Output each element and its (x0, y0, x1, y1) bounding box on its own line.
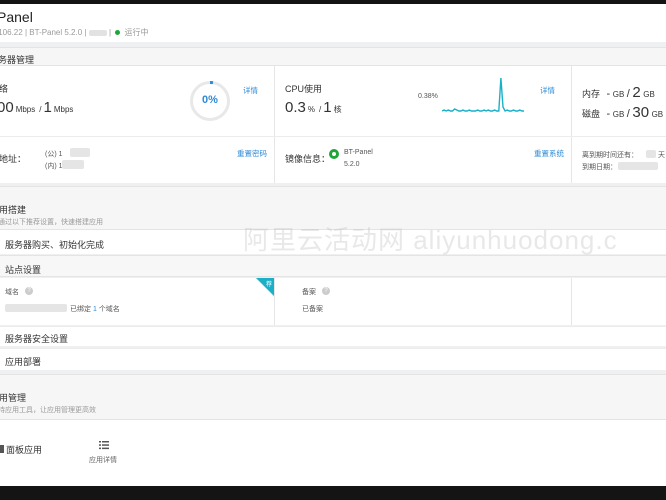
app-deploy-title: 应用部署 (5, 357, 42, 367)
disk-label: 磁盘 (582, 109, 601, 119)
server-stats-card (0, 66, 666, 183)
cpu-peak-label: 0.38% (418, 93, 438, 100)
domain-count-link[interactable]: 1 (93, 306, 97, 313)
status-text: 运行中 (124, 28, 149, 37)
image-name: BT-Panel (344, 149, 373, 156)
recommend-badge-text: 荐 (266, 282, 273, 288)
memory-label: 内存 (582, 89, 601, 99)
domain-bound: 已绑定 1 个域名 (70, 306, 120, 313)
security-settings-row[interactable]: 服务器安全设置 (0, 326, 666, 346)
list-icon (99, 441, 109, 450)
watermark: 阿里云活动网 aliyunhuodong.c (243, 225, 618, 255)
cpu-sparkline (442, 77, 524, 112)
section-server-mgmt: 务器管理 (0, 47, 666, 66)
expiry-label: 离到期时间还有： (582, 152, 638, 159)
cpu-details-link[interactable]: 详情 (540, 85, 555, 96)
public-ip: (公) 1 (45, 151, 63, 158)
disk-stat: 磁盘 - GB / 30 GB (582, 104, 664, 121)
page-title: Panel (0, 9, 33, 25)
app-icon (0, 445, 4, 453)
image-version: 5.2.0 (344, 161, 360, 168)
section-site-settings[interactable]: 站点设置 (0, 255, 666, 277)
help-icon[interactable]: ? (25, 287, 33, 295)
section-app-mgmt: 用管理 持应用工具，让应用管理更高效 (0, 374, 666, 420)
domain-label: 域名 (5, 289, 19, 296)
cpu-label: CPU使用 (285, 84, 323, 94)
server-ip: .106.22 (0, 28, 23, 37)
icp-status: 已备案 (302, 306, 323, 313)
status-dot-icon (115, 30, 121, 36)
section-title: 务器管理 (0, 55, 35, 65)
page-subtitle: .106.22 | BT-Panel 5.2.0 | | 运行中 (0, 27, 148, 38)
app-mgmt-desc: 持应用工具，让应用管理更高效 (0, 407, 96, 414)
image-info-label: 镜像信息： (285, 154, 331, 164)
security-settings-title: 服务器安全设置 (5, 334, 69, 344)
site-settings-card (0, 278, 666, 325)
quick-build-title: 用搭建 (0, 205, 27, 215)
private-ip: (内) 1 (45, 163, 63, 170)
app-mgmt-title: 用管理 (0, 393, 27, 403)
address-label: 地址： (0, 154, 27, 164)
app-details-button[interactable]: 应用详情 (89, 455, 117, 465)
network-details-link[interactable]: 详情 (243, 85, 258, 96)
help-icon[interactable]: ? (322, 287, 330, 295)
app-deploy-row[interactable]: 应用部署 (0, 348, 666, 370)
panel-version: BT-Panel 5.2.0 (29, 28, 83, 37)
reset-password-link[interactable]: 重置密码 (237, 148, 267, 159)
quick-build-desc: 通过以下推荐设置，快速搭建应用 (0, 219, 103, 226)
app-mgmt-card (0, 420, 666, 486)
bt-panel-icon (329, 149, 339, 159)
expiry-date-label: 到期日期： (582, 164, 617, 171)
network-gauge-percent: 0% (202, 94, 218, 106)
network-label: 络 (0, 84, 9, 94)
panel-apps-button[interactable]: 面板应用 (0, 443, 46, 457)
expiry-days-unit: 天 (658, 152, 665, 159)
reset-system-link[interactable]: 重置系统 (534, 148, 564, 159)
cpu-value: 0.3%/1 核 (285, 99, 342, 116)
network-value: 00 Mbps/1 Mbps (0, 99, 74, 116)
window-bottom-bar (0, 486, 666, 500)
site-settings-title: 站点设置 (5, 265, 42, 275)
page-header: Panel .106.22 | BT-Panel 5.2.0 | | 运行中 (0, 4, 666, 42)
memory-stat: 内存 - GB / 2 GB (582, 84, 655, 101)
icp-label: 备案 (302, 289, 316, 296)
quick-build-item: 服务器购买、初始化完成 (5, 240, 105, 250)
